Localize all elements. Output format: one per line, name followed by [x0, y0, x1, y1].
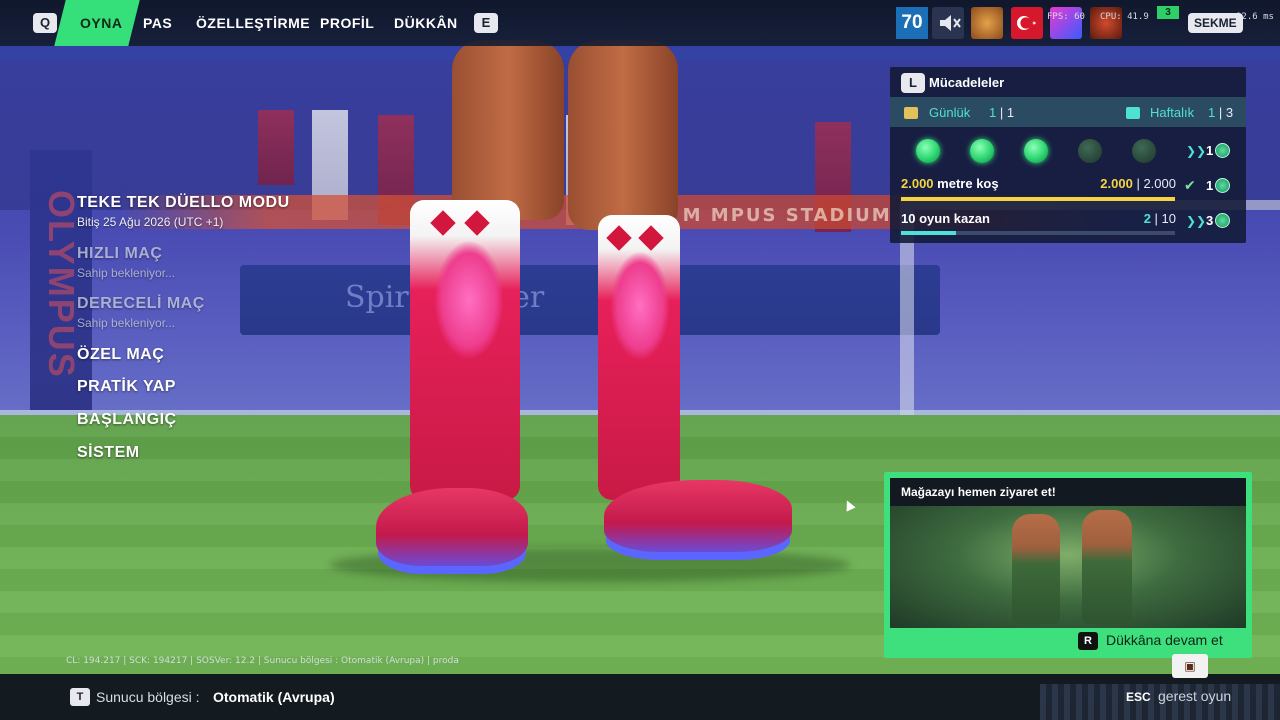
store-title-bar: Mağazayı hemen ziyaret et!: [890, 478, 1246, 506]
progress-dot: [1078, 139, 1102, 163]
task-win-label: 10 oyun kazan: [901, 211, 990, 226]
store-key[interactable]: R: [1078, 632, 1098, 650]
top-navigation-bar: Q OYNA PAS ÖZELLEŞTİRME PROFİL DÜKKÂN E …: [0, 0, 1280, 46]
coin-icon: [1215, 178, 1231, 193]
menu-quick-match[interactable]: HIZLI MAÇ: [77, 245, 162, 263]
store-continue-link[interactable]: Dükkâna devam et: [1106, 632, 1223, 648]
dots-reward: 1: [1206, 143, 1231, 158]
menu-tutorial[interactable]: BAŞLANGIÇ: [77, 411, 177, 429]
progress-dot: [970, 139, 994, 163]
menu-key-button[interactable]: SEKME: [1188, 13, 1243, 33]
player-left-sock: [410, 200, 520, 500]
menu-duel-mode[interactable]: TEKE TEK DÜELLO MODU: [77, 194, 290, 212]
menu-ranked-match-subtitle: Sahip bekleniyor...: [77, 316, 176, 330]
store-promo-image: Mağazayı hemen ziyaret et!: [890, 478, 1246, 628]
player-right-sock: [598, 215, 680, 500]
esc-hint-text: gerest oyun: [1158, 688, 1232, 704]
challenges-key[interactable]: L: [901, 73, 925, 93]
task-win-progress-fill: [901, 231, 956, 235]
task-win-progress: 2 | 10: [1143, 211, 1176, 226]
arrow-icon: ❯❯: [1186, 214, 1207, 228]
arrow-icon: ❯❯: [1186, 144, 1207, 158]
build-info: CL: 194.217 | SCK: 194217 | SOSVer: 12.2…: [66, 656, 459, 666]
player-level-badge[interactable]: 70: [896, 7, 928, 39]
stadium-flag: [258, 110, 294, 185]
store-title: Mağazayı hemen ziyaret et!: [901, 485, 1056, 499]
mute-icon[interactable]: [932, 7, 964, 39]
lion-avatar-icon[interactable]: [971, 7, 1003, 39]
menu-ranked-match[interactable]: DERECELİ MAÇ: [77, 295, 205, 313]
menu-quick-match-subtitle: Sahip bekleniyor...: [77, 266, 176, 280]
player-right-thigh: [568, 40, 678, 230]
menu-custom-match[interactable]: ÖZEL MAÇ: [77, 346, 164, 364]
daily-ticket-icon: [904, 107, 918, 119]
tab-customize[interactable]: ÖZELLEŞTİRME: [196, 15, 310, 31]
tab-store[interactable]: DÜKKÂN: [394, 15, 458, 31]
progress-dot: [916, 139, 940, 163]
cpu-readout: CPU: 41.9: [1100, 12, 1149, 22]
region-value[interactable]: Otomatik (Avrupa): [213, 689, 335, 705]
stadium-pillar-text: OLYMPUS: [41, 190, 82, 379]
coin-icon: [1215, 143, 1231, 158]
weekly-count: 1 | 3: [1208, 105, 1234, 120]
task-run-label: 2.000 metre koş: [901, 176, 999, 191]
coin-icon: [1215, 213, 1231, 228]
menu-duel-mode-subtitle: Bitiş 25 Ağu 2026 (UTC +1): [77, 215, 224, 229]
task-run-progress: 2.000 | 2.000: [1100, 176, 1176, 191]
store-promo-card[interactable]: Mağazayı hemen ziyaret et! R Dükkâna dev…: [884, 472, 1252, 658]
tab-weekly[interactable]: Haftalık: [1150, 105, 1194, 120]
tab-profile[interactable]: PROFİL: [320, 15, 374, 31]
task-win-progress-bar: [901, 231, 1175, 235]
prev-tab-key[interactable]: Q: [33, 13, 57, 33]
checkmark-icon: ✔: [1184, 177, 1196, 193]
weekly-ticket-icon: [1126, 107, 1140, 119]
challenges-tabs: Günlük 1 | 1 Haftalık 1 | 3: [890, 97, 1246, 127]
progress-dot: [1024, 139, 1048, 163]
task-run-progress-bar: [901, 197, 1175, 201]
notification-count-badge: 3: [1157, 6, 1179, 19]
region-key[interactable]: T: [70, 688, 90, 706]
esc-key[interactable]: ESC: [1126, 690, 1151, 704]
challenges-panel[interactable]: L Mücadeleler Günlük 1 | 1 Haftalık 1 | …: [890, 67, 1246, 243]
menu-system[interactable]: SİSTEM: [77, 444, 140, 462]
character-figure: [1012, 514, 1060, 624]
daily-count: 1 | 1: [989, 105, 1015, 120]
treasure-chest-icon[interactable]: ▣: [1172, 654, 1208, 678]
player-left-thigh: [452, 40, 564, 220]
tab-pass[interactable]: PAS: [143, 15, 172, 31]
task-run-progress-fill: [901, 197, 1175, 201]
task-run-reward: 1: [1206, 178, 1231, 193]
tab-play[interactable]: OYNA: [80, 15, 122, 31]
task-win-reward: 3: [1206, 213, 1231, 228]
character-figure: [1082, 510, 1132, 624]
challenges-title: Mücadeleler: [929, 75, 1005, 90]
progress-dot: [1132, 139, 1156, 163]
jungle-background: [890, 506, 1246, 628]
menu-practice[interactable]: PRATİK YAP: [77, 378, 176, 396]
next-tab-key[interactable]: E: [474, 13, 498, 33]
fps-readout: FPS: 60: [1047, 12, 1085, 22]
region-label: Sunucu bölgesi :: [96, 689, 200, 705]
turkey-flag-icon[interactable]: [1011, 7, 1043, 39]
player-left-boot: [376, 488, 528, 566]
tab-daily[interactable]: Günlük: [929, 105, 970, 120]
player-right-boot: [604, 480, 792, 552]
challenges-header: L Mücadeleler: [890, 67, 1246, 97]
